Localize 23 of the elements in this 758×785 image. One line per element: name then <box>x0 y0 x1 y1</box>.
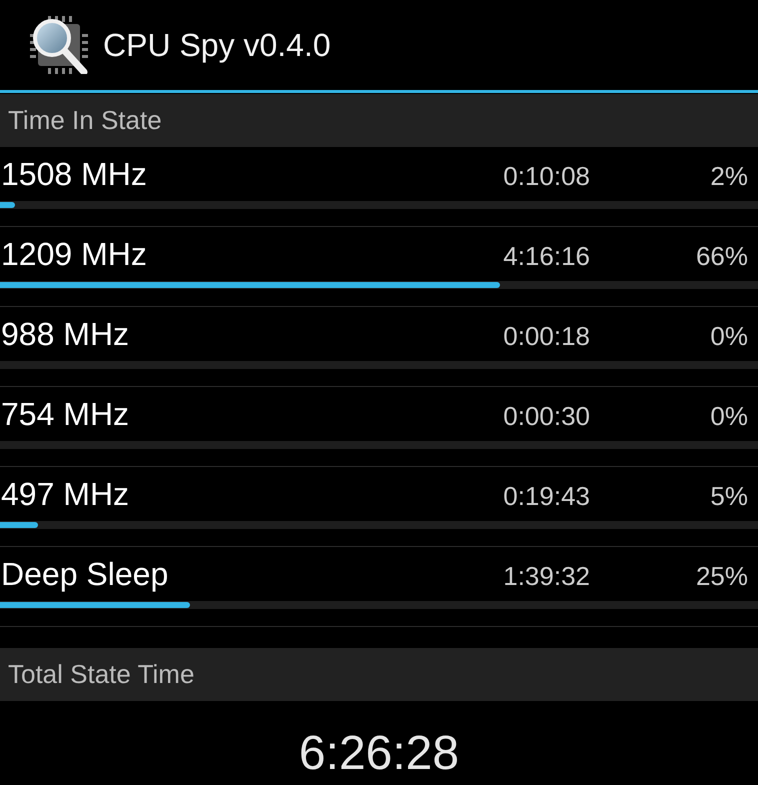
state-name: 988 MHz <box>0 315 130 354</box>
state-time: 4:16:16 <box>502 241 590 272</box>
state-time: 0:00:30 <box>502 401 590 432</box>
section-title: Time In State <box>8 105 162 136</box>
state-name: 1508 MHz <box>0 155 148 194</box>
state-percent: 66% <box>694 241 749 272</box>
state-time: 0:00:18 <box>502 321 590 352</box>
state-percent: 0% <box>709 401 749 432</box>
state-time: 0:19:43 <box>502 481 590 512</box>
state-percent: 25% <box>694 561 749 592</box>
state-name: 754 MHz <box>0 395 130 434</box>
state-percent: 0% <box>709 321 749 352</box>
state-time: 0:10:08 <box>502 161 590 192</box>
chip-magnifier-icon <box>30 16 88 74</box>
state-name: 497 MHz <box>0 475 130 514</box>
state-percent: 5% <box>709 481 749 512</box>
state-name: Deep Sleep <box>0 555 170 594</box>
state-time: 1:39:32 <box>502 561 590 592</box>
total-time: 6:26:28 <box>298 726 460 781</box>
state-name: 1209 MHz <box>0 235 148 274</box>
state-percent: 2% <box>709 161 749 192</box>
app-title: CPU Spy v0.4.0 <box>103 26 331 64</box>
section-title: Total State Time <box>8 659 194 690</box>
